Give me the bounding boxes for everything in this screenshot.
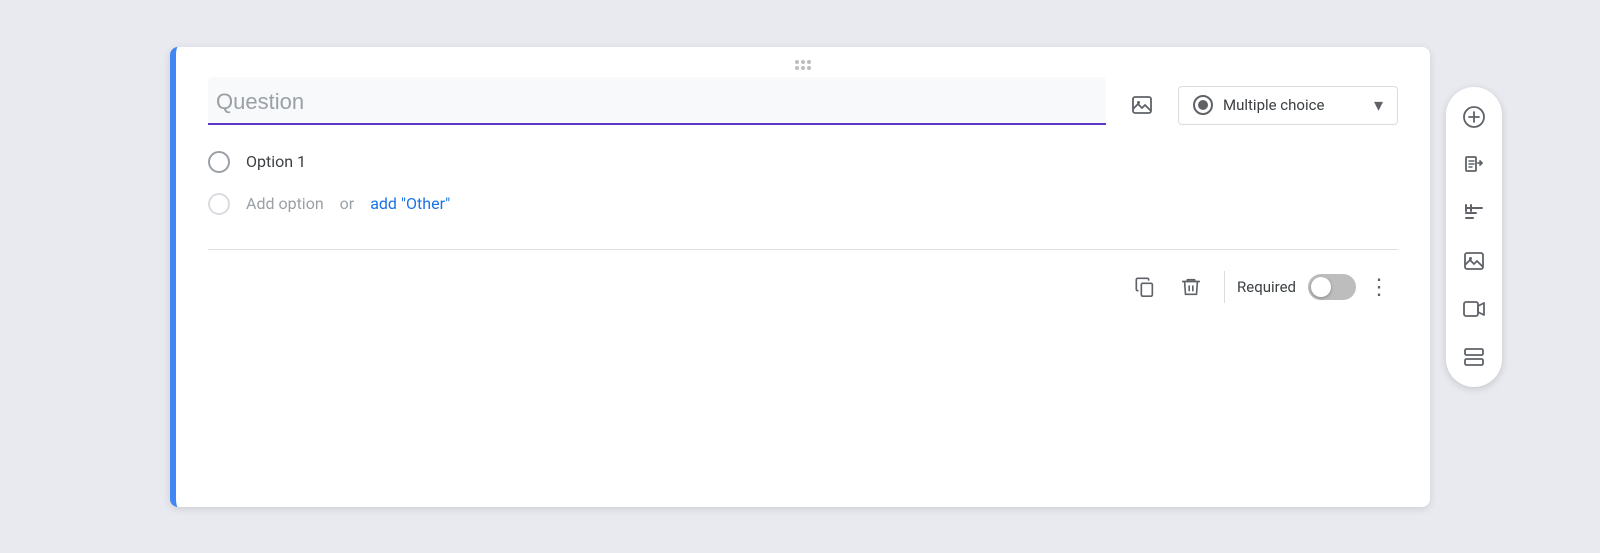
plus-circle-icon xyxy=(1462,105,1486,129)
multiple-choice-icon xyxy=(1193,95,1213,115)
add-video-button[interactable] xyxy=(1452,287,1496,331)
question-type-dropdown[interactable]: Multiple choice ▾ xyxy=(1178,86,1398,125)
image-sidebar-icon xyxy=(1462,249,1486,273)
duplicate-icon xyxy=(1134,276,1156,298)
option-row-1: Option 1 xyxy=(208,141,1398,183)
add-image-button[interactable] xyxy=(1452,239,1496,283)
duplicate-button[interactable] xyxy=(1124,266,1166,308)
delete-icon xyxy=(1180,276,1202,298)
or-text: or xyxy=(340,194,355,213)
radio-circle-option1 xyxy=(208,151,230,173)
required-label: Required xyxy=(1237,278,1296,296)
question-input[interactable] xyxy=(208,77,1106,125)
toggle-slider xyxy=(1308,274,1356,300)
add-title-button[interactable] xyxy=(1452,191,1496,235)
radio-circle-add xyxy=(208,193,230,215)
video-icon xyxy=(1462,297,1486,321)
options-area: Option 1 Add option or add "Other" xyxy=(176,133,1430,241)
question-input-wrapper xyxy=(208,77,1106,125)
more-options-button[interactable]: ⋮ xyxy=(1360,270,1398,304)
title-icon xyxy=(1462,201,1486,225)
page-wrapper: Multiple choice ▾ Option 1 Add option or… xyxy=(0,0,1600,553)
delete-button[interactable] xyxy=(1170,266,1212,308)
card-footer: Required ⋮ xyxy=(176,258,1430,328)
import-icon xyxy=(1462,153,1486,177)
add-option-row: Add option or add "Other" xyxy=(208,183,1398,225)
card-divider xyxy=(208,249,1398,250)
add-question-button[interactable] xyxy=(1452,95,1496,139)
section-icon xyxy=(1462,345,1486,369)
add-other-link[interactable]: add "Other" xyxy=(370,194,450,213)
required-toggle[interactable] xyxy=(1308,274,1356,300)
import-question-button[interactable] xyxy=(1452,143,1496,187)
add-image-to-question-button[interactable] xyxy=(1122,85,1162,125)
option-1-label: Option 1 xyxy=(246,152,306,171)
chevron-down-icon: ▾ xyxy=(1374,95,1383,116)
add-section-button[interactable] xyxy=(1452,335,1496,379)
question-type-label: Multiple choice xyxy=(1223,96,1364,114)
sidebar xyxy=(1446,87,1502,387)
question-card: Multiple choice ▾ Option 1 Add option or… xyxy=(170,47,1430,507)
image-icon xyxy=(1130,93,1154,117)
add-option-text[interactable]: Add option xyxy=(246,194,324,213)
card-header: Multiple choice ▾ xyxy=(176,77,1430,125)
footer-divider xyxy=(1224,271,1225,303)
drag-handle[interactable] xyxy=(176,47,1430,77)
